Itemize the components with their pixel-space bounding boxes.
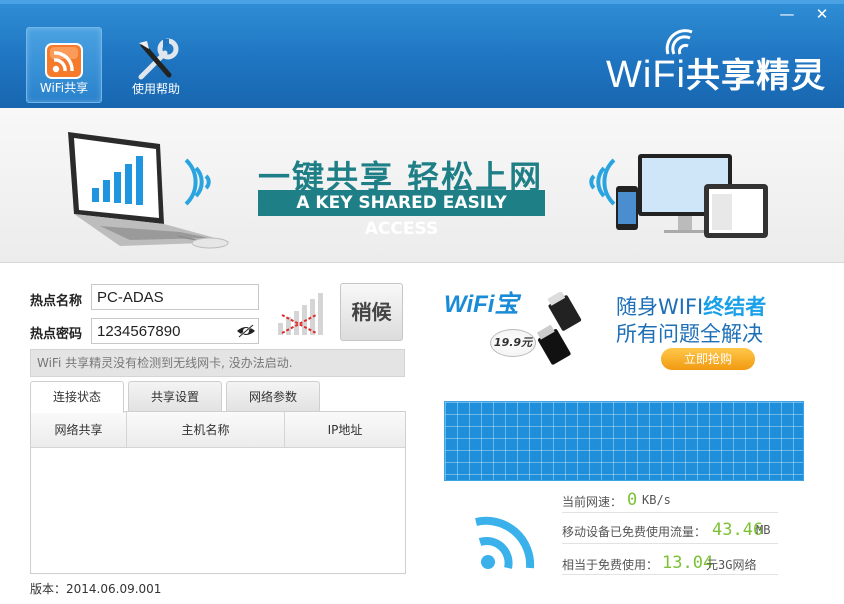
tab-network-params[interactable]: 网络参数 [226,381,320,411]
tab-share-settings[interactable]: 共享设置 [128,381,222,411]
ad-headline-highlight: 终结者 [703,295,767,319]
tab-help-label: 使用帮助 [131,82,180,96]
table-header: 网络共享 主机名称 IP地址 [31,412,405,448]
logo-latin: WiFi [606,54,686,96]
traffic-label: 移动设备已免费使用流量： [562,525,707,539]
promo-banner: 一键共享 轻松上网 A KEY SHARED EASILY ACCESS [0,108,844,263]
speed-label: 当前网速： [562,495,623,509]
traffic-unit: MB [756,523,771,537]
version-label: 版本：2014.06.09.001 [30,582,162,596]
buy-now-button[interactable]: 立即抢购 [661,348,755,370]
close-icon: ✕ [815,5,829,23]
signal-waves-left-icon [184,158,211,206]
speed-unit: KB/s [642,493,671,507]
saved-label: 相当于免费使用： [562,558,659,572]
clients-table: 网络共享 主机名称 IP地址 [30,411,406,574]
minimize-icon: — [779,5,795,23]
start-wait-button[interactable]: 稍候 [340,283,403,341]
ad-subline: 所有问题全解决 [616,322,763,346]
divider [562,543,778,544]
divider [562,512,778,513]
column-header-hostname[interactable]: 主机名称 [127,412,285,448]
close-button[interactable]: ✕ [810,3,834,25]
tools-icon [138,38,179,80]
price-badge: 19.9元 [490,329,536,357]
speed-value: 0 [627,490,638,510]
tab-wifi-share-label: WiFi共享 [39,81,89,95]
app-logo: WiFi共享精灵 [606,48,826,97]
tab-connection-status[interactable]: 连接状态 [30,381,124,413]
ad-brand: WiFi宝 [444,291,519,318]
column-header-ip[interactable]: IP地址 [285,412,405,448]
ad-headline: 随身WIFI终结者 [616,291,766,321]
column-header-share[interactable]: 网络共享 [31,412,127,448]
devices-illustration [616,154,768,238]
ssid-label: 热点名称 [30,294,83,309]
title-bar: WiFi共享 使用帮助 — ✕ WiFi共享精灵 [0,0,844,108]
speed-graph [444,401,804,481]
tab-help[interactable]: 使用帮助 [118,27,194,103]
divider [562,574,778,575]
status-message: WiFi 共享精灵没有检测到无线网卡, 没办法启动. [30,349,405,377]
ssid-field[interactable] [91,284,259,310]
saved-unit: 元3G网络 [706,558,757,572]
usb-dongle-illustration [536,292,582,365]
no-signal-icon [278,293,323,335]
wifi-status-icon [475,516,535,569]
tab-wifi-share[interactable]: WiFi共享 [26,27,102,103]
password-field[interactable] [91,318,259,344]
logo-cn: 共享精灵 [686,57,826,95]
password-label: 热点密码 [30,327,83,342]
ad-headline-prefix: 随身WIFI [616,295,704,319]
banner-subtitle: A KEY SHARED EASILY ACCESS [258,190,545,239]
minimize-button[interactable]: — [775,3,799,25]
hide-password-icon[interactable] [236,324,256,338]
